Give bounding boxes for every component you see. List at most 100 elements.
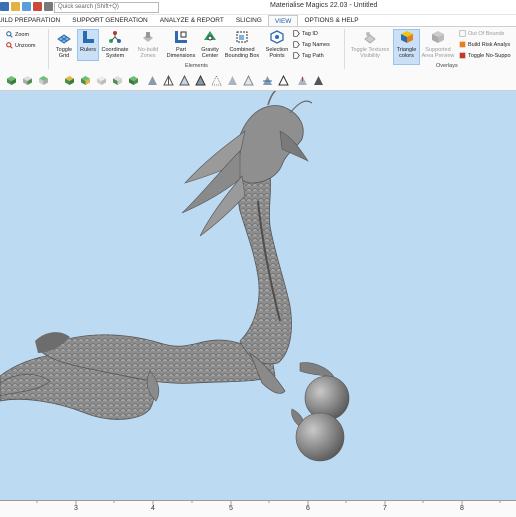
triangle-colors-icon — [400, 31, 413, 43]
tag-id-label: Tag ID — [302, 30, 318, 37]
toggle-no-support-label: Toggle No-Suppo — [468, 52, 511, 59]
view-top-icon[interactable] — [64, 75, 75, 86]
build-risk-analysis-label: Build Risk Analys — [468, 41, 511, 48]
bounding-box-icon — [236, 31, 248, 43]
out-of-bounds-button[interactable]: Out Of Bounds — [459, 30, 504, 37]
rulers-button[interactable]: Rulers — [77, 29, 99, 61]
build-risk-analysis-button[interactable]: Build Risk Analys — [459, 41, 510, 48]
ruler-tick-label: 5 — [229, 505, 233, 512]
ruler-icon — [83, 31, 94, 43]
tab-analyze-report[interactable]: ANALYZE & REPORT — [154, 15, 230, 26]
tab-view[interactable]: VIEW — [267, 15, 299, 26]
zoom-icon — [6, 31, 13, 38]
render-flat-icon[interactable] — [227, 75, 238, 86]
overlays-group-label: Overlays — [436, 63, 458, 69]
part-dimensions-label: Part Dimensions — [166, 47, 196, 59]
open-icon[interactable] — [11, 2, 20, 11]
title-bar: Quick search (Shift+Q) Materialise Magic… — [0, 0, 516, 15]
toggle-textures-visibility-label: Toggle Textures Visibility — [350, 47, 390, 59]
gravity-center-icon — [204, 31, 216, 41]
render-wireframe-icon[interactable] — [163, 75, 174, 86]
combined-bounding-box-label: Combined Bounding Box — [224, 47, 260, 59]
part-dimensions-icon — [175, 31, 187, 43]
redo-icon[interactable] — [44, 2, 53, 11]
out-of-bounds-label: Out Of Bounds — [468, 30, 505, 37]
view-bottom-icon[interactable] — [80, 75, 91, 86]
save-icon[interactable] — [0, 2, 9, 11]
import-icon[interactable] — [22, 2, 31, 11]
unzoom-icon — [6, 42, 13, 49]
ruler-tick-label: 7 — [383, 505, 387, 512]
out-of-bounds-icon — [459, 30, 466, 37]
coordinate-system-label: Coordinate System — [101, 47, 129, 59]
ribbon-view: Zoom Unzoom Toggle Grid Rulers Coordinat… — [0, 26, 516, 73]
toggle-grid-label: Toggle Grid — [55, 47, 73, 59]
unzoom-button[interactable]: Unzoom — [6, 42, 35, 49]
tag-names-button[interactable]: Tag Names — [293, 41, 330, 48]
ruler-tick-label: 8 — [460, 505, 464, 512]
coordinate-system-icon — [109, 31, 121, 43]
elements-group-label: Elements — [185, 63, 208, 69]
tag-path-button[interactable]: Tag Path — [293, 52, 324, 59]
3d-viewport[interactable] — [0, 91, 516, 500]
tag-icon — [293, 30, 300, 37]
triangle-colors-label: Triangle colors — [396, 47, 417, 59]
no-build-zone-icon — [143, 32, 153, 42]
toggle-grid-button[interactable]: Toggle Grid — [52, 30, 76, 59]
quick-search-input[interactable]: Quick search (Shift+Q) — [54, 2, 159, 13]
tag-path-label: Tag Path — [302, 52, 324, 59]
render-normals-icon[interactable] — [297, 75, 308, 86]
triangle-colors-button[interactable]: Triangle colors — [393, 29, 420, 65]
selection-points-button[interactable]: Selection Points — [263, 30, 291, 59]
view-right-icon[interactable] — [112, 75, 123, 86]
view-front-icon[interactable] — [22, 75, 33, 86]
horizontal-ruler: 3 4 5 6 7 8 — [0, 500, 516, 517]
view-iso-icon[interactable] — [128, 75, 139, 86]
ruler-tick-label: 3 — [74, 505, 78, 512]
tab-build-preparation[interactable]: UILD PREPARATION — [0, 15, 66, 26]
render-transparent-icon[interactable] — [243, 75, 254, 86]
toggle-no-support-button[interactable]: Toggle No-Suppo — [459, 52, 511, 59]
quick-access-toolbar — [0, 2, 53, 11]
separator — [344, 29, 345, 69]
view-back-icon[interactable] — [38, 75, 49, 86]
ruler-tick-label: 6 — [306, 505, 310, 512]
supported-area-preview-button[interactable]: Supported Area Preview — [420, 30, 456, 59]
part-dimensions-button[interactable]: Part Dimensions — [165, 30, 197, 59]
selection-points-icon — [270, 30, 284, 44]
supported-area-preview-label: Supported Area Preview — [421, 47, 455, 59]
view-left-icon[interactable] — [96, 75, 107, 86]
coordinate-system-button[interactable]: Coordinate System — [99, 30, 131, 59]
render-outline-icon[interactable] — [278, 75, 289, 86]
texture-icon — [364, 32, 376, 44]
gravity-center-label: Gravity Center — [201, 47, 219, 59]
gravity-center-button[interactable]: Gravity Center — [198, 30, 222, 59]
ruler-tick-label: 4 — [151, 505, 155, 512]
render-points-icon[interactable] — [211, 75, 222, 86]
dragon-model[interactable] — [0, 91, 516, 500]
render-section-icon[interactable] — [262, 75, 273, 86]
build-risk-icon — [459, 41, 466, 48]
unzoom-label: Unzoom — [15, 42, 36, 49]
rulers-label: Rulers — [80, 47, 96, 53]
zoom-button[interactable]: Zoom — [6, 31, 29, 38]
ribbon-tabs: UILD PREPARATION SUPPORT GENERATION ANAL… — [0, 15, 365, 26]
render-triangles-icon[interactable] — [179, 75, 190, 86]
tab-slicing[interactable]: SLICING — [230, 15, 268, 26]
render-invert-icon[interactable] — [313, 75, 324, 86]
no-build-zones-button[interactable]: No-build Zones — [133, 30, 163, 59]
undo-icon[interactable] — [33, 2, 42, 11]
tab-options-help[interactable]: OPTIONS & HELP — [298, 15, 364, 26]
window-title: Materialise Magics 22.03 - Untitled — [270, 2, 378, 9]
no-support-icon — [459, 52, 466, 59]
render-shaded-icon[interactable] — [147, 75, 158, 86]
render-shaded-edges-icon[interactable] — [195, 75, 206, 86]
view-cube-icon[interactable] — [6, 75, 17, 86]
tab-support-generation[interactable]: SUPPORT GENERATION — [66, 15, 154, 26]
no-build-zones-label: No-build Zones — [137, 47, 159, 59]
tag-id-button[interactable]: Tag ID — [293, 30, 318, 37]
tag-names-icon — [293, 41, 300, 48]
grid-icon — [57, 34, 71, 44]
combined-bounding-box-button[interactable]: Combined Bounding Box — [223, 30, 261, 59]
toggle-textures-visibility-button[interactable]: Toggle Textures Visibility — [348, 30, 392, 59]
